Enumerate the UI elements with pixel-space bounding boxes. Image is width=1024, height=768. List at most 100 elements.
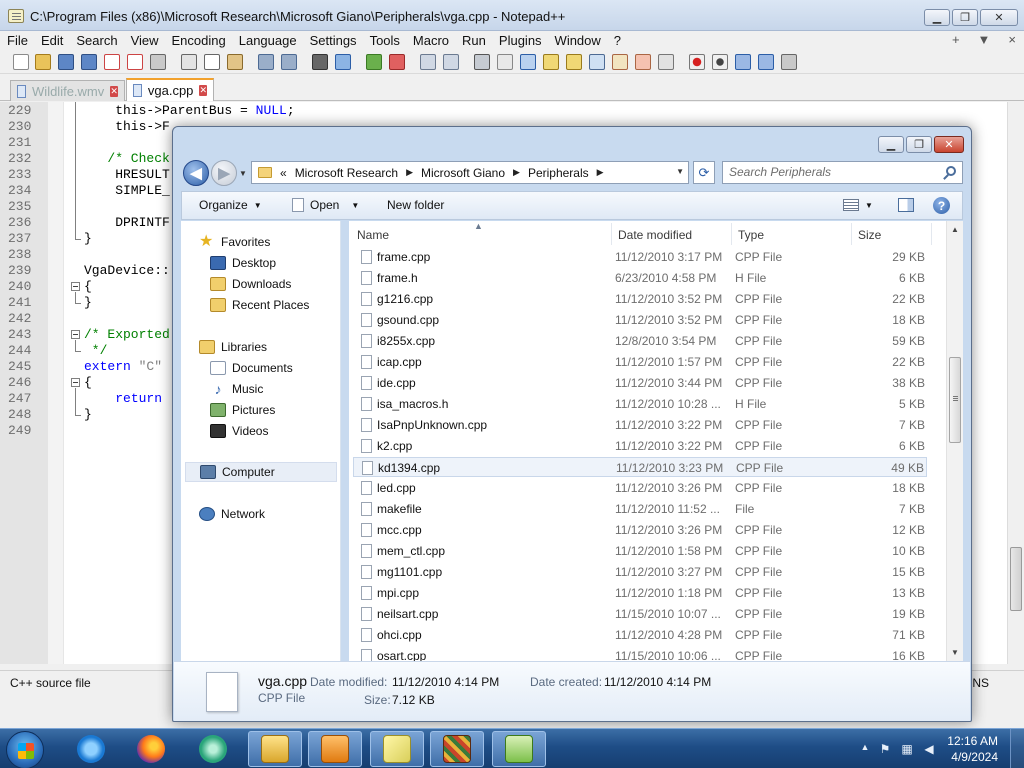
zoom-in-icon[interactable] — [366, 54, 382, 70]
dialog-maximize-button[interactable]: ❐ — [906, 136, 932, 153]
column-size[interactable]: Size — [858, 228, 881, 242]
tab-wildlife[interactable]: Wildlife.wmv ✕ — [10, 80, 125, 101]
refresh-button[interactable]: ⟳ — [693, 161, 715, 184]
replace-icon[interactable] — [335, 54, 351, 70]
tab-vga[interactable]: vga.cpp ✕ — [126, 78, 214, 101]
print-icon[interactable] — [150, 54, 166, 70]
file-row[interactable]: i8255x.cpp 12/8/2010 3:54 PM CPP File 59 KB — [353, 331, 927, 351]
volume-icon[interactable]: ◀ — [922, 742, 936, 756]
paste-icon[interactable] — [227, 54, 243, 70]
play-macro-icon[interactable] — [735, 54, 751, 70]
file-row[interactable]: makefile 11/12/2010 11:52 ... File 7 KB — [353, 499, 927, 519]
dialog-minimize-button[interactable]: ▁ — [878, 136, 904, 153]
folder-workspace-icon[interactable] — [612, 54, 628, 70]
dialog-close-button[interactable]: ✕ — [934, 136, 964, 153]
menu-macro[interactable]: Macro — [406, 31, 455, 50]
find-icon[interactable] — [312, 54, 328, 70]
breadcrumb-peripherals[interactable]: Peripherals — [528, 166, 589, 180]
sync-vertical-icon[interactable] — [420, 54, 436, 70]
file-row[interactable]: mcc.cpp 11/12/2010 3:26 PM CPP File 12 KB — [353, 520, 927, 540]
file-row[interactable]: kd1394.cpp 11/12/2010 3:23 PM CPP File 49 K… — [353, 457, 927, 477]
maximize-button[interactable]: ❐ — [952, 9, 978, 26]
taskbar-notepad-plus-plus[interactable] — [492, 731, 546, 767]
fold-box[interactable] — [71, 378, 80, 387]
sync-horizontal-icon[interactable] — [443, 54, 459, 70]
file-row[interactable]: icap.cpp 11/12/2010 1:57 PM CPP File 22 KB — [353, 352, 927, 372]
scroll-thumb[interactable] — [949, 357, 961, 443]
close-icon[interactable]: ✕ — [110, 85, 118, 97]
file-row[interactable]: mg1101.cpp 11/12/2010 3:27 PM CPP File 15 K… — [353, 562, 927, 582]
file-row[interactable]: ohci.cpp 11/12/2010 4:28 PM CPP File 71 KB — [353, 625, 927, 645]
scroll-thumb[interactable] — [1010, 547, 1022, 611]
menu-search[interactable]: Search — [69, 31, 123, 50]
nav-libraries[interactable]: Libraries — [199, 337, 267, 357]
fold-box[interactable] — [71, 330, 80, 339]
new-tab-icon[interactable]: + — [952, 32, 960, 47]
file-row[interactable]: frame.cpp 11/12/2010 3:17 PM CPP File 29 KB — [353, 247, 927, 267]
breadcrumb-separator-icon[interactable]: ▶ — [513, 167, 520, 178]
recent-locations-dropdown[interactable]: ▼ — [239, 169, 247, 178]
minimize-button[interactable]: ▁ — [924, 9, 950, 26]
close-file-icon[interactable] — [104, 54, 120, 70]
nav-documents[interactable]: Documents — [210, 358, 293, 378]
file-list-scrollbar[interactable]: ▲ ▼ — [946, 221, 963, 661]
menu-encoding[interactable]: Encoding — [165, 31, 232, 50]
breadcrumb-overflow[interactable]: « — [280, 166, 287, 180]
show-hidden-icons-icon[interactable]: ▲ — [858, 742, 872, 756]
column-divider[interactable] — [611, 223, 612, 245]
stop-macro-icon[interactable] — [712, 54, 728, 70]
column-divider[interactable] — [731, 223, 732, 245]
search-icon[interactable] — [946, 166, 956, 176]
clock-time[interactable]: 12:16 AM — [947, 734, 998, 748]
close-button[interactable]: ✕ — [980, 9, 1018, 26]
menu-run[interactable]: Run — [455, 31, 492, 50]
taskbar-media-player[interactable] — [308, 731, 362, 767]
copy-icon[interactable] — [204, 54, 220, 70]
nav-pictures[interactable]: Pictures — [210, 400, 275, 420]
new-file-icon[interactable] — [13, 54, 29, 70]
file-row[interactable]: neilsart.cpp 11/15/2010 10:07 ... CPP File… — [353, 604, 927, 624]
organize-button[interactable]: Organize ▼ — [199, 198, 262, 212]
function-list-icon[interactable] — [589, 54, 605, 70]
menu-tools[interactable]: Tools — [363, 31, 406, 50]
search-box[interactable] — [722, 161, 963, 184]
nav-recent-places[interactable]: Recent Places — [210, 295, 309, 315]
undo-icon[interactable] — [258, 54, 274, 70]
column-divider[interactable] — [931, 223, 932, 245]
cut-icon[interactable] — [181, 54, 197, 70]
help-button[interactable]: ? — [933, 197, 950, 214]
column-name[interactable]: Name — [357, 228, 389, 242]
change-view-button[interactable]: ▼ — [843, 199, 873, 211]
save-all-icon[interactable] — [81, 54, 97, 70]
run-macro-multiple-icon[interactable] — [758, 54, 774, 70]
tab-list-icon[interactable]: ▼ — [978, 32, 991, 47]
new-folder-button[interactable]: New folder — [387, 198, 444, 212]
menu-file[interactable]: File — [0, 31, 34, 50]
language-icon[interactable] — [543, 54, 559, 70]
editor-scrollbar[interactable] — [1007, 102, 1024, 664]
column-date-modified[interactable]: Date modified — [618, 228, 692, 242]
view-icon[interactable] — [658, 54, 674, 70]
breadcrumb-microsoft-giano[interactable]: Microsoft Giano — [421, 166, 505, 180]
breadcrumb-separator-icon[interactable]: ▶ — [406, 167, 413, 178]
fold-box[interactable] — [71, 282, 80, 291]
taskbar-chat[interactable] — [186, 731, 240, 767]
nav-music[interactable]: ♪ Music — [210, 379, 264, 399]
nav-videos[interactable]: Videos — [210, 421, 268, 441]
close-tab-icon[interactable]: × — [1008, 32, 1016, 47]
close-all-icon[interactable] — [127, 54, 143, 70]
back-button[interactable]: ◀ — [183, 160, 209, 186]
open-file-icon[interactable] — [35, 54, 51, 70]
file-row[interactable]: k2.cpp 11/12/2010 3:22 PM CPP File 6 KB — [353, 436, 927, 456]
save-macro-icon[interactable] — [781, 54, 797, 70]
nav-network[interactable]: Network — [199, 504, 265, 524]
file-row[interactable]: ide.cpp 11/12/2010 3:44 PM CPP File 38 KB — [353, 373, 927, 393]
scroll-down-icon[interactable]: ▼ — [951, 648, 959, 657]
network-status-icon[interactable]: ▦ — [900, 742, 914, 756]
file-row[interactable]: g1216.cpp 11/12/2010 3:52 PM CPP File 22 KB — [353, 289, 927, 309]
breadcrumb-separator-icon[interactable]: ▶ — [597, 167, 604, 178]
nav-downloads[interactable]: Downloads — [210, 274, 291, 294]
show-desktop-button[interactable] — [1010, 729, 1024, 768]
start-button[interactable] — [6, 731, 44, 768]
file-row[interactable]: isa_macros.h 11/12/2010 10:28 ... H File 5 … — [353, 394, 927, 414]
